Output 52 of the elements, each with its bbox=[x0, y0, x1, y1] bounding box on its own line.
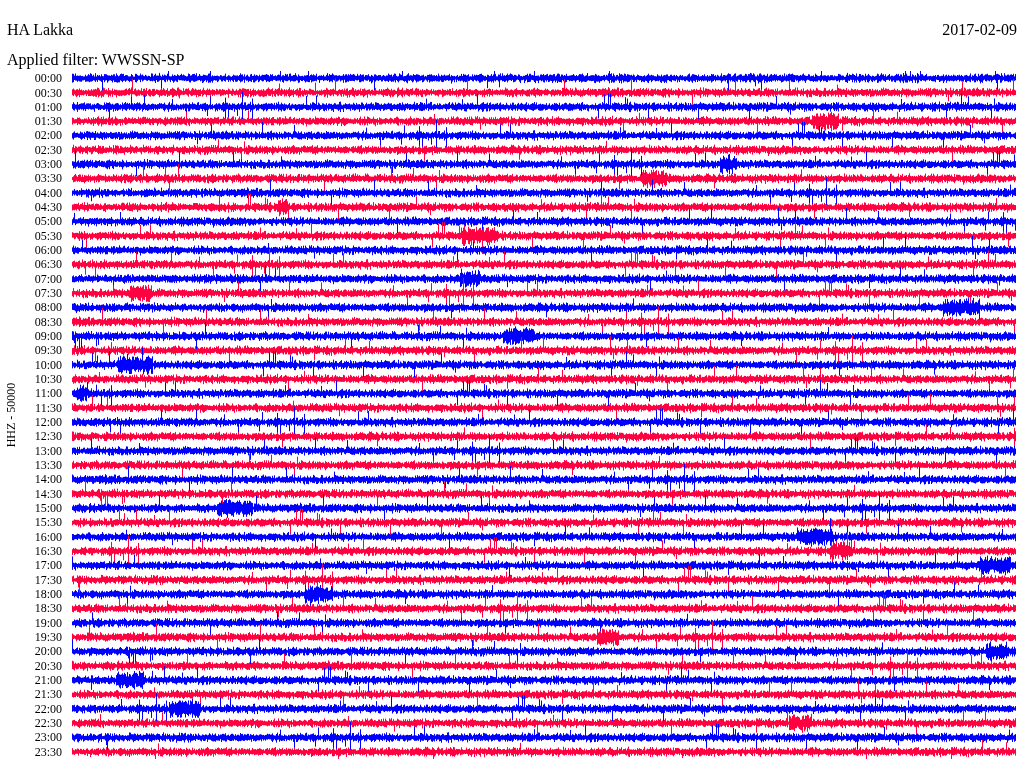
time-label: 03:00 bbox=[34, 156, 62, 172]
time-label: 09:30 bbox=[34, 343, 62, 358]
time-label: 12:00 bbox=[34, 414, 62, 430]
time-label: 15:00 bbox=[34, 500, 62, 516]
time-label: 20:00 bbox=[34, 644, 62, 659]
time-label: 02:00 bbox=[34, 128, 62, 143]
time-label: 06:00 bbox=[34, 242, 62, 258]
time-label: 00:30 bbox=[34, 85, 62, 100]
time-label: 16:30 bbox=[34, 543, 62, 559]
time-label: 23:30 bbox=[34, 744, 62, 759]
time-label: 15:30 bbox=[34, 515, 62, 530]
time-label: 05:30 bbox=[34, 228, 62, 243]
time-label: 06:30 bbox=[34, 257, 62, 272]
time-label: 13:00 bbox=[34, 443, 62, 458]
time-label: 19:00 bbox=[34, 615, 62, 630]
time-label: 11:30 bbox=[35, 400, 62, 415]
time-label: 21:30 bbox=[34, 687, 62, 702]
time-label: 20:30 bbox=[34, 658, 62, 673]
time-label: 16:00 bbox=[34, 529, 62, 544]
time-label: 12:30 bbox=[34, 429, 62, 444]
time-label: 04:00 bbox=[34, 185, 62, 200]
time-label: 00:00 bbox=[34, 71, 62, 86]
time-label: 10:00 bbox=[34, 357, 62, 372]
filter-label: Applied filter: WWSSN-SP bbox=[7, 51, 185, 68]
time-label: 01:00 bbox=[34, 99, 62, 114]
time-label: 07:00 bbox=[34, 271, 62, 286]
time-label: 08:00 bbox=[34, 300, 62, 315]
channel-label: HHZ - 50000 bbox=[4, 382, 18, 448]
time-label: 23:00 bbox=[34, 730, 62, 745]
time-label: 21:00 bbox=[34, 672, 62, 688]
time-label: 17:30 bbox=[34, 572, 62, 587]
time-label: 11:00 bbox=[35, 386, 62, 401]
time-label: 19:30 bbox=[34, 629, 62, 645]
time-label: 08:30 bbox=[34, 314, 62, 329]
time-label: 05:00 bbox=[34, 214, 62, 229]
time-label: 17:00 bbox=[34, 558, 62, 573]
time-label: 14:00 bbox=[34, 472, 62, 487]
time-label: 09:00 bbox=[34, 328, 62, 344]
time-label: 04:30 bbox=[34, 199, 62, 215]
time-label: 22:30 bbox=[34, 715, 62, 731]
time-label: 10:30 bbox=[34, 371, 62, 387]
plot-date: 2017-02-09 bbox=[942, 20, 1017, 40]
time-label: 18:00 bbox=[34, 586, 62, 602]
time-label: 01:30 bbox=[34, 114, 62, 129]
time-label: 13:30 bbox=[34, 457, 62, 473]
time-label: 22:00 bbox=[34, 701, 62, 716]
time-label: 07:30 bbox=[34, 285, 62, 301]
time-label: 18:30 bbox=[34, 601, 62, 616]
time-label: 03:30 bbox=[34, 171, 62, 186]
time-label: 02:30 bbox=[34, 142, 62, 157]
station-name: HA Lakka bbox=[7, 20, 74, 40]
time-label: 14:30 bbox=[34, 486, 62, 501]
